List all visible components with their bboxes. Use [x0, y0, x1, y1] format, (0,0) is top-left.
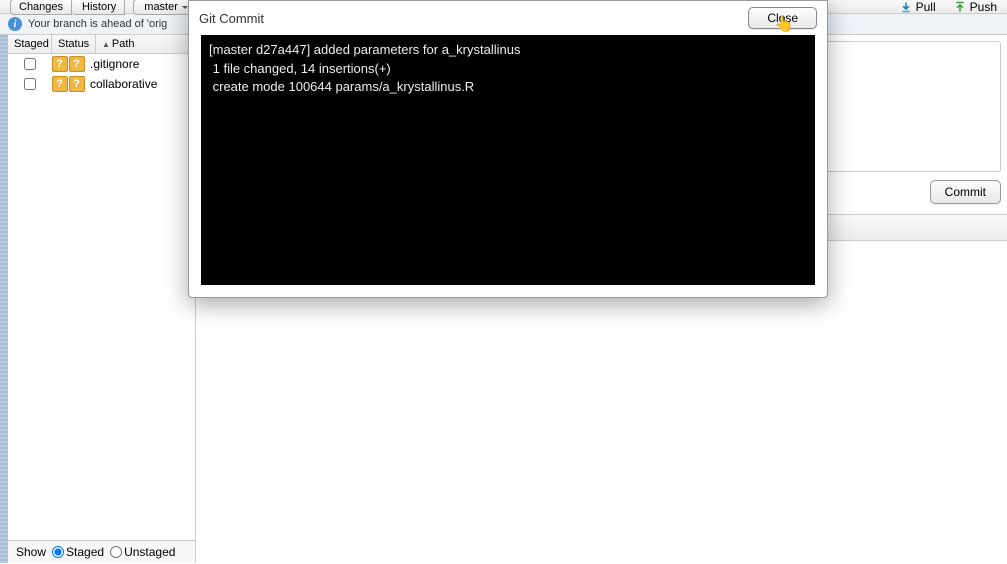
terminal-line: [master d27a447] added parameters for a_…	[209, 42, 520, 57]
status-unknown-icon: ?	[52, 56, 68, 72]
status-unknown-icon: ?	[69, 56, 85, 72]
tab-changes[interactable]: Changes	[10, 0, 72, 15]
col-header-path-label: Path	[112, 38, 135, 50]
file-row[interactable]: ? ? .gitignore	[8, 54, 195, 74]
modal-title: Git Commit	[199, 11, 264, 26]
show-label: Show	[16, 545, 46, 559]
radio-unstaged-label: Unstaged	[124, 545, 175, 559]
radio-unstaged-input[interactable]	[110, 546, 122, 558]
status-badges: ? ?	[46, 76, 90, 92]
branch-dropdown[interactable]: master	[133, 0, 193, 15]
pull-label: Pull	[916, 0, 936, 14]
radio-unstaged[interactable]: Unstaged	[110, 545, 175, 559]
col-header-path[interactable]: ▲ Path	[96, 35, 195, 53]
show-filter-bar: Show Staged Unstaged	[8, 540, 195, 563]
stage-checkbox[interactable]	[24, 58, 36, 70]
col-header-status[interactable]: Status	[52, 35, 96, 53]
branch-status-text: Your branch is ahead of 'orig	[28, 18, 167, 30]
commit-output-terminal: [master d27a447] added parameters for a_…	[201, 35, 815, 285]
file-list: ? ? .gitignore ? ? collaborative	[8, 54, 195, 540]
info-icon: i	[8, 17, 22, 31]
status-badges: ? ?	[46, 56, 90, 72]
tab-history[interactable]: History	[74, 0, 125, 15]
file-table-header: Staged Status ▲ Path	[8, 35, 195, 54]
terminal-line: create mode 100644 params/a_krystallinus…	[209, 79, 474, 94]
pull-button[interactable]: Pull	[900, 0, 936, 14]
push-button[interactable]: Push	[954, 0, 997, 14]
commit-button[interactable]: Commit	[930, 180, 1001, 204]
radio-staged-input[interactable]	[52, 546, 64, 558]
sort-asc-icon: ▲	[102, 40, 110, 49]
radio-staged[interactable]: Staged	[52, 545, 104, 559]
file-name: collaborative	[90, 77, 189, 91]
branch-label: master	[144, 1, 178, 13]
status-unknown-icon: ?	[69, 76, 85, 92]
git-commit-result-modal: Git Commit Close [master d27a447] added …	[188, 0, 828, 298]
col-header-staged[interactable]: Staged	[8, 35, 52, 53]
close-button[interactable]: Close	[748, 7, 817, 29]
push-label: Push	[970, 0, 997, 14]
pull-arrow-down-icon	[900, 1, 912, 13]
radio-staged-label: Staged	[66, 545, 104, 559]
push-arrow-up-icon	[954, 1, 966, 13]
status-unknown-icon: ?	[52, 76, 68, 92]
staged-files-panel: Staged Status ▲ Path ? ? .gitignore	[0, 35, 196, 563]
file-name: .gitignore	[90, 57, 189, 71]
terminal-line: 1 file changed, 14 insertions(+)	[209, 61, 391, 76]
file-row[interactable]: ? ? collaborative	[8, 74, 195, 94]
gutter-strip	[0, 35, 8, 563]
stage-checkbox[interactable]	[24, 78, 36, 90]
